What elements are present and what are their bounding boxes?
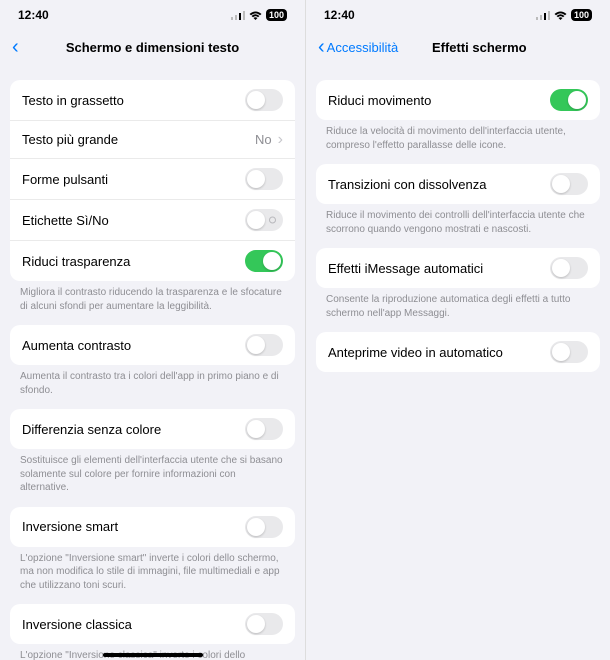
row-button-shapes[interactable]: Forme pulsanti	[10, 158, 295, 199]
battery-icon: 100	[266, 9, 287, 21]
note-contrast: Aumenta il contrasto tra i colori dell'a…	[0, 365, 305, 397]
label-cross-fade: Transizioni con dissolvenza	[328, 177, 550, 192]
group-diff-no-color: Differenzia senza colore	[10, 409, 295, 449]
wifi-icon	[554, 11, 567, 20]
row-smart-invert[interactable]: Inversione smart	[10, 507, 295, 547]
wifi-icon	[249, 11, 262, 20]
group-cross-fade: Transizioni con dissolvenza	[316, 164, 600, 204]
note-classic-invert: L'opzione "Inversione classica" inverte …	[0, 644, 305, 660]
group-increase-contrast: Aumenta contrasto	[10, 325, 295, 365]
back-chevron-icon[interactable]: ‹	[318, 37, 325, 57]
row-reduce-motion[interactable]: Riduci movimento	[316, 80, 600, 120]
scroll-area[interactable]: Riduci movimento Riduce la velocità di m…	[306, 68, 610, 660]
home-indicator[interactable]	[103, 653, 203, 657]
label-smart-invert: Inversione smart	[22, 519, 245, 534]
cellular-signal-icon	[536, 11, 550, 20]
group-text-display: Testo in grassetto Testo più grande No ›…	[10, 80, 295, 281]
note-auto-message: Consente la riproduzione automatica degl…	[306, 288, 610, 320]
note-smart-invert: L'opzione "Inversione smart" inverte i c…	[0, 547, 305, 593]
label-larger-text: Testo più grande	[22, 132, 255, 147]
note-cross-fade: Riduce il movimento dei controlli dell'i…	[306, 204, 610, 236]
toggle-onoff-labels[interactable]	[245, 209, 283, 231]
row-classic-invert[interactable]: Inversione classica	[10, 604, 295, 644]
toggle-bold-text[interactable]	[245, 89, 283, 111]
cellular-signal-icon	[231, 11, 245, 20]
row-auto-message-effects[interactable]: Effetti iMessage automatici	[316, 248, 600, 288]
toggle-classic-invert[interactable]	[245, 613, 283, 635]
status-right: 100	[231, 9, 287, 21]
row-diff-no-color[interactable]: Differenzia senza colore	[10, 409, 295, 449]
label-auto-message-effects: Effetti iMessage automatici	[328, 261, 550, 276]
toggle-cross-fade[interactable]	[550, 173, 588, 195]
label-auto-video-preview: Anteprime video in automatico	[328, 345, 550, 360]
toggle-button-shapes[interactable]	[245, 168, 283, 190]
row-cross-fade[interactable]: Transizioni con dissolvenza	[316, 164, 600, 204]
page-title: Schermo e dimensioni testo	[66, 40, 239, 55]
label-onoff-labels: Etichette Sì/No	[22, 213, 245, 228]
row-auto-video-preview[interactable]: Anteprime video in automatico	[316, 332, 600, 372]
label-increase-contrast: Aumenta contrasto	[22, 338, 245, 353]
label-bold-text: Testo in grassetto	[22, 93, 245, 108]
label-classic-invert: Inversione classica	[22, 617, 245, 632]
back-chevron-icon[interactable]: ‹	[12, 37, 19, 57]
chevron-right-icon: ›	[278, 131, 283, 149]
label-button-shapes: Forme pulsanti	[22, 172, 245, 187]
toggle-auto-message-effects[interactable]	[550, 257, 588, 279]
back-button-label[interactable]: Accessibilità	[327, 41, 399, 54]
battery-icon: 100	[571, 9, 592, 21]
value-larger-text: No	[255, 132, 272, 147]
nav-header: ‹ Schermo e dimensioni testo	[0, 30, 305, 68]
note-diff: Sostituisce gli elementi dell'interfacci…	[0, 449, 305, 495]
group-smart-invert: Inversione smart	[10, 507, 295, 547]
note-transparency: Migliora il contrasto riducendo la trasp…	[0, 281, 305, 313]
scroll-area[interactable]: Testo in grassetto Testo più grande No ›…	[0, 68, 305, 660]
nav-header: ‹ Accessibilità Effetti schermo	[306, 30, 610, 68]
row-reduce-transparency[interactable]: Riduci trasparenza	[10, 240, 295, 281]
group-reduce-motion: Riduci movimento	[316, 80, 600, 120]
label-reduce-transparency: Riduci trasparenza	[22, 254, 245, 269]
row-increase-contrast[interactable]: Aumenta contrasto	[10, 325, 295, 365]
status-bar: 12:40 100	[0, 0, 305, 30]
right-screen: 12:40 100 ‹ Accessibilità Effetti scherm…	[305, 0, 610, 660]
group-auto-video-preview: Anteprime video in automatico	[316, 332, 600, 372]
row-larger-text[interactable]: Testo più grande No ›	[10, 120, 295, 158]
status-time: 12:40	[324, 8, 355, 22]
label-diff-no-color: Differenzia senza colore	[22, 422, 245, 437]
toggle-diff-no-color[interactable]	[245, 418, 283, 440]
row-onoff-labels[interactable]: Etichette Sì/No	[10, 199, 295, 240]
toggle-reduce-transparency[interactable]	[245, 250, 283, 272]
row-bold-text[interactable]: Testo in grassetto	[10, 80, 295, 120]
toggle-reduce-motion[interactable]	[550, 89, 588, 111]
toggle-smart-invert[interactable]	[245, 516, 283, 538]
group-auto-message-effects: Effetti iMessage automatici	[316, 248, 600, 288]
note-reduce-motion: Riduce la velocità di movimento dell'int…	[306, 120, 610, 152]
page-title: Effetti schermo	[432, 40, 527, 55]
group-classic-invert: Inversione classica	[10, 604, 295, 644]
status-bar: 12:40 100	[306, 0, 610, 30]
toggle-increase-contrast[interactable]	[245, 334, 283, 356]
status-right: 100	[536, 9, 592, 21]
toggle-auto-video-preview[interactable]	[550, 341, 588, 363]
label-reduce-motion: Riduci movimento	[328, 93, 550, 108]
left-screen: 12:40 100 ‹ Schermo e dimensioni testo T…	[0, 0, 305, 660]
status-time: 12:40	[18, 8, 49, 22]
